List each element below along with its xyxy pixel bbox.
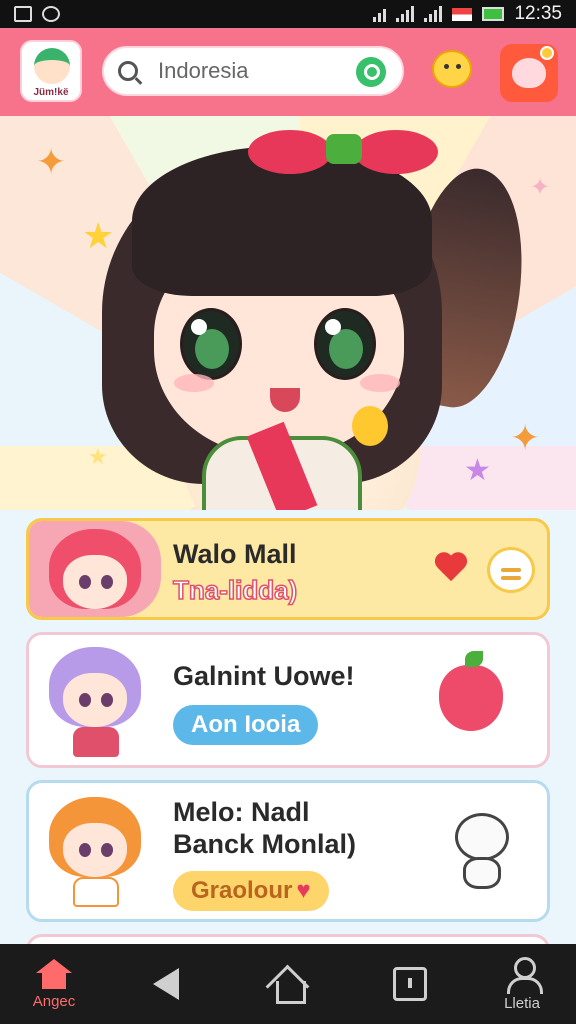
- search-input[interactable]: [158, 58, 338, 84]
- avatar: [29, 783, 161, 919]
- search-icon: [118, 61, 138, 81]
- chick-sticker-icon[interactable]: [432, 50, 476, 92]
- home-outline-icon: [271, 967, 306, 1004]
- avatar: [29, 635, 161, 765]
- status-time: 12:35: [514, 3, 562, 24]
- card-title-line2: Banck Monlal): [173, 829, 357, 859]
- heart-icon: ♥: [296, 877, 311, 904]
- card-action-button[interactable]: Graolour ♥: [173, 871, 329, 911]
- search-bar[interactable]: [102, 46, 404, 96]
- list-item[interactable]: Melo: Nadl Banck Monlal) Graolour ♥: [26, 780, 550, 922]
- star-decoration-icon: ✦: [530, 174, 551, 201]
- list-item[interactable]: Walo Mall Tna-lidda): [26, 518, 550, 620]
- logo-wordmark: Jüm!kë: [33, 87, 69, 98]
- image-icon: [14, 6, 32, 22]
- status-bar: 12:35: [0, 0, 576, 28]
- app-header: Jüm!kë: [0, 28, 576, 116]
- hair-bow: [248, 126, 438, 174]
- hero-girl-sticker: [92, 126, 541, 510]
- avatar: [29, 521, 161, 617]
- recent-apps-icon: [393, 967, 427, 1001]
- star-decoration-icon: ✦: [36, 141, 67, 182]
- list-item[interactable]: Galnint Uowe! Aon Iooia: [26, 632, 550, 768]
- logo-mascot-icon: [34, 48, 70, 84]
- card-title-line1: Melo: Nadl: [173, 797, 310, 827]
- card-title: Walo Mall: [173, 539, 297, 569]
- profile-icon: [505, 956, 543, 994]
- nav-back[interactable]: [116, 944, 216, 1024]
- back-icon: [153, 968, 179, 1000]
- nav-home[interactable]: Angec: [4, 944, 104, 1024]
- chat-icon[interactable]: [487, 547, 535, 593]
- home-icon: [36, 958, 72, 989]
- hero-banner[interactable]: ✦ ★ ★ ✦ ★ ✦: [0, 116, 576, 510]
- notification-mascot-icon[interactable]: [500, 44, 558, 102]
- signal-icon: [424, 6, 443, 22]
- flag-icon: [452, 7, 473, 21]
- card-action-label: Graolour: [191, 877, 293, 904]
- card-title: Galnint Uowe!: [173, 661, 355, 691]
- nav-profile[interactable]: Lletia: [472, 944, 572, 1024]
- charm-icon: [352, 406, 388, 446]
- card-subtitle: Tna-lidda): [172, 574, 298, 606]
- notification-dot: [540, 46, 554, 60]
- status-left-icons: [14, 6, 60, 22]
- nav-home-outline[interactable]: [238, 944, 338, 1024]
- sticker-list: Walo Mall Tna-lidda) Galnint Uowe! Aon I…: [0, 510, 576, 974]
- heart-icon[interactable]: [435, 553, 469, 587]
- notification-icon: [42, 6, 60, 22]
- status-right-icons: 12:35: [373, 3, 562, 25]
- nav-recent[interactable]: [360, 944, 460, 1024]
- signal-icon: [396, 6, 415, 22]
- bear-sticker-icon: [449, 813, 515, 891]
- search-go-icon[interactable]: [356, 57, 386, 87]
- wifi-icon: [373, 6, 387, 22]
- app-logo[interactable]: Jüm!kë: [20, 40, 82, 102]
- nav-label: Lletia: [504, 994, 540, 1012]
- battery-icon: [482, 7, 505, 21]
- bottom-nav: Angec Lletia: [0, 944, 576, 1024]
- card-action-button[interactable]: Aon Iooia: [173, 705, 319, 745]
- apple-sticker-icon: [439, 651, 503, 731]
- nav-label: Angec: [32, 992, 76, 1010]
